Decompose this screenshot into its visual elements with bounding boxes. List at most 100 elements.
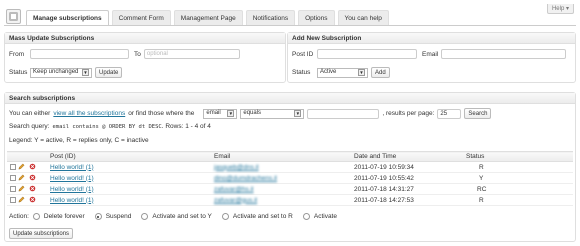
row-checkbox[interactable]: [10, 196, 16, 203]
search-field-select[interactable]: email ▼: [203, 108, 238, 119]
view-all-link[interactable]: view all the subscriptions: [53, 110, 125, 117]
from-input[interactable]: [30, 49, 129, 59]
status-cell: R: [463, 161, 573, 173]
update-subscriptions-button[interactable]: Update subscriptions: [9, 228, 74, 239]
chevron-down-icon: ▼: [294, 110, 302, 117]
update-button[interactable]: Update: [95, 67, 123, 78]
search-operator-value: equals: [243, 110, 262, 116]
chevron-down-icon: ▼: [227, 110, 235, 117]
mass-status-select[interactable]: Keep unchanged ▼: [30, 67, 92, 78]
header-post: Post (ID): [47, 151, 211, 162]
email-input[interactable]: [441, 49, 567, 59]
status-cell: Y: [463, 172, 573, 184]
search-intro-after: or find those where the: [128, 110, 195, 117]
post-id-label: Post ID: [292, 50, 314, 58]
table-row: Hello world! (1) zafuvar@hs.il 2011-07-1…: [7, 183, 573, 195]
to-input[interactable]: optional: [143, 49, 240, 59]
legend-text: Legend: Y = active, R = replies only, C …: [9, 137, 149, 144]
action-radio-activate-y[interactable]: [141, 213, 149, 220]
delete-icon[interactable]: [29, 163, 36, 170]
mass-update-panel: Mass Update Subscriptions From To option…: [4, 32, 286, 83]
tab-manage-subscriptions[interactable]: Manage subscriptions: [26, 10, 109, 25]
pencil-icon[interactable]: [18, 185, 25, 192]
post-link[interactable]: Hello world! (1): [50, 164, 94, 171]
help-label: Help: [551, 6, 565, 12]
to-label: To: [134, 50, 141, 58]
from-label: From: [9, 50, 25, 58]
pencil-icon[interactable]: [18, 196, 25, 203]
subscriptions-table-wrap: Post (ID) Email Date and Time Status Hel…: [7, 151, 573, 206]
post-id-input[interactable]: [317, 49, 417, 59]
row-checkbox[interactable]: [10, 185, 16, 192]
search-button[interactable]: Search: [464, 108, 492, 119]
action-option-label: Activate and set to Y: [152, 213, 212, 220]
subscriptions-table: Post (ID) Email Date and Time Status Hel…: [7, 151, 573, 206]
search-value-input[interactable]: [307, 108, 380, 119]
post-link[interactable]: Hello world! (1): [50, 197, 94, 204]
tab-comment-form[interactable]: Comment Form: [111, 10, 171, 25]
search-query-text: email contains @ ORDER BY dt DESC: [52, 123, 162, 130]
email-link[interactable]: jasqueb@dns.il: [214, 164, 259, 171]
mass-status-value: Keep unchanged: [33, 69, 79, 75]
post-link[interactable]: Hello world! (1): [50, 186, 94, 193]
table-header-row: Post (ID) Email Date and Time Status: [7, 151, 573, 162]
email-link[interactable]: zafuvar@gus.il: [214, 197, 257, 204]
email-link[interactable]: dino@dumdrachens.il: [214, 175, 277, 182]
add-status-value: Active: [320, 69, 337, 75]
post-link[interactable]: Hello world! (1): [50, 175, 94, 182]
row-checkbox[interactable]: [10, 163, 16, 170]
mass-update-title: Mass Update Subscriptions: [5, 33, 285, 44]
action-radio-delete[interactable]: [32, 213, 40, 220]
header-actions: [7, 151, 47, 162]
tab-options[interactable]: Options: [298, 10, 335, 25]
pencil-icon[interactable]: [18, 174, 25, 181]
datetime-cell: 2011-07-18 14:27:53: [351, 194, 463, 206]
chevron-down-icon: ▼: [82, 69, 89, 76]
action-radio-suspend[interactable]: [94, 213, 102, 220]
delete-icon[interactable]: [29, 174, 36, 181]
tab-you-can-help[interactable]: You can help: [337, 10, 389, 25]
chevron-down-icon: ▾: [565, 6, 569, 12]
pencil-icon[interactable]: [18, 163, 25, 170]
help-button[interactable]: Help ▾: [546, 4, 574, 14]
datetime-cell: 2011-07-19 10:59:34: [351, 161, 463, 173]
row-checkbox[interactable]: [10, 174, 16, 181]
tab-bar: Manage subscriptions Comment Form Manage…: [26, 10, 389, 25]
add-new-title: Add New Subscription: [288, 33, 575, 44]
action-option-label: Activate and set to R: [232, 213, 293, 220]
action-option-label: Activate: [313, 213, 337, 220]
header-status: Status: [463, 151, 573, 162]
datetime-cell: 2011-07-18 14:31:27: [351, 183, 463, 195]
action-option-label: Delete forever: [43, 213, 85, 220]
table-row: Hello world! (1) zafuvar@gus.il 2011-07-…: [7, 194, 573, 206]
action-radio-activate[interactable]: [302, 213, 310, 220]
add-status-select[interactable]: Active ▼: [317, 67, 368, 78]
search-panel: Search subscriptions You can either view…: [4, 92, 576, 242]
delete-icon[interactable]: [29, 196, 36, 203]
per-page-input[interactable]: 25: [437, 108, 462, 119]
datetime-cell: 2011-07-19 10:55:42: [351, 172, 463, 184]
rows-count: . Rows: 1 - 4 of 4: [161, 123, 211, 130]
search-query-label: Search query:: [9, 123, 50, 130]
add-new-panel: Add New Subscription Post ID Email Statu…: [287, 32, 576, 83]
status-label: Status: [9, 69, 28, 76]
add-button[interactable]: Add: [371, 67, 390, 78]
search-title: Search subscriptions: [5, 93, 575, 104]
plugin-logo-icon: [6, 9, 21, 24]
status-cell: RC: [463, 183, 573, 195]
action-label: Action:: [9, 213, 29, 220]
results-per-page-label: , results per page:: [382, 110, 435, 117]
action-radio-activate-r[interactable]: [221, 213, 229, 220]
tab-management-page[interactable]: Management Page: [173, 10, 243, 25]
delete-icon[interactable]: [29, 185, 36, 192]
table-row: Hello world! (1) dino@dumdrachens.il 201…: [7, 172, 573, 184]
add-status-label: Status: [292, 69, 311, 76]
table-row: Hello world! (1) jasqueb@dns.il 2011-07-…: [7, 161, 573, 173]
tab-notifications[interactable]: Notifications: [245, 10, 296, 25]
email-label: Email: [422, 50, 439, 58]
header-datetime: Date and Time: [351, 151, 463, 162]
search-operator-select[interactable]: equals ▼: [240, 108, 305, 119]
email-link[interactable]: zafuvar@hs.il: [214, 186, 253, 193]
tab-divider: [4, 25, 576, 26]
search-field-value: email: [206, 110, 221, 116]
